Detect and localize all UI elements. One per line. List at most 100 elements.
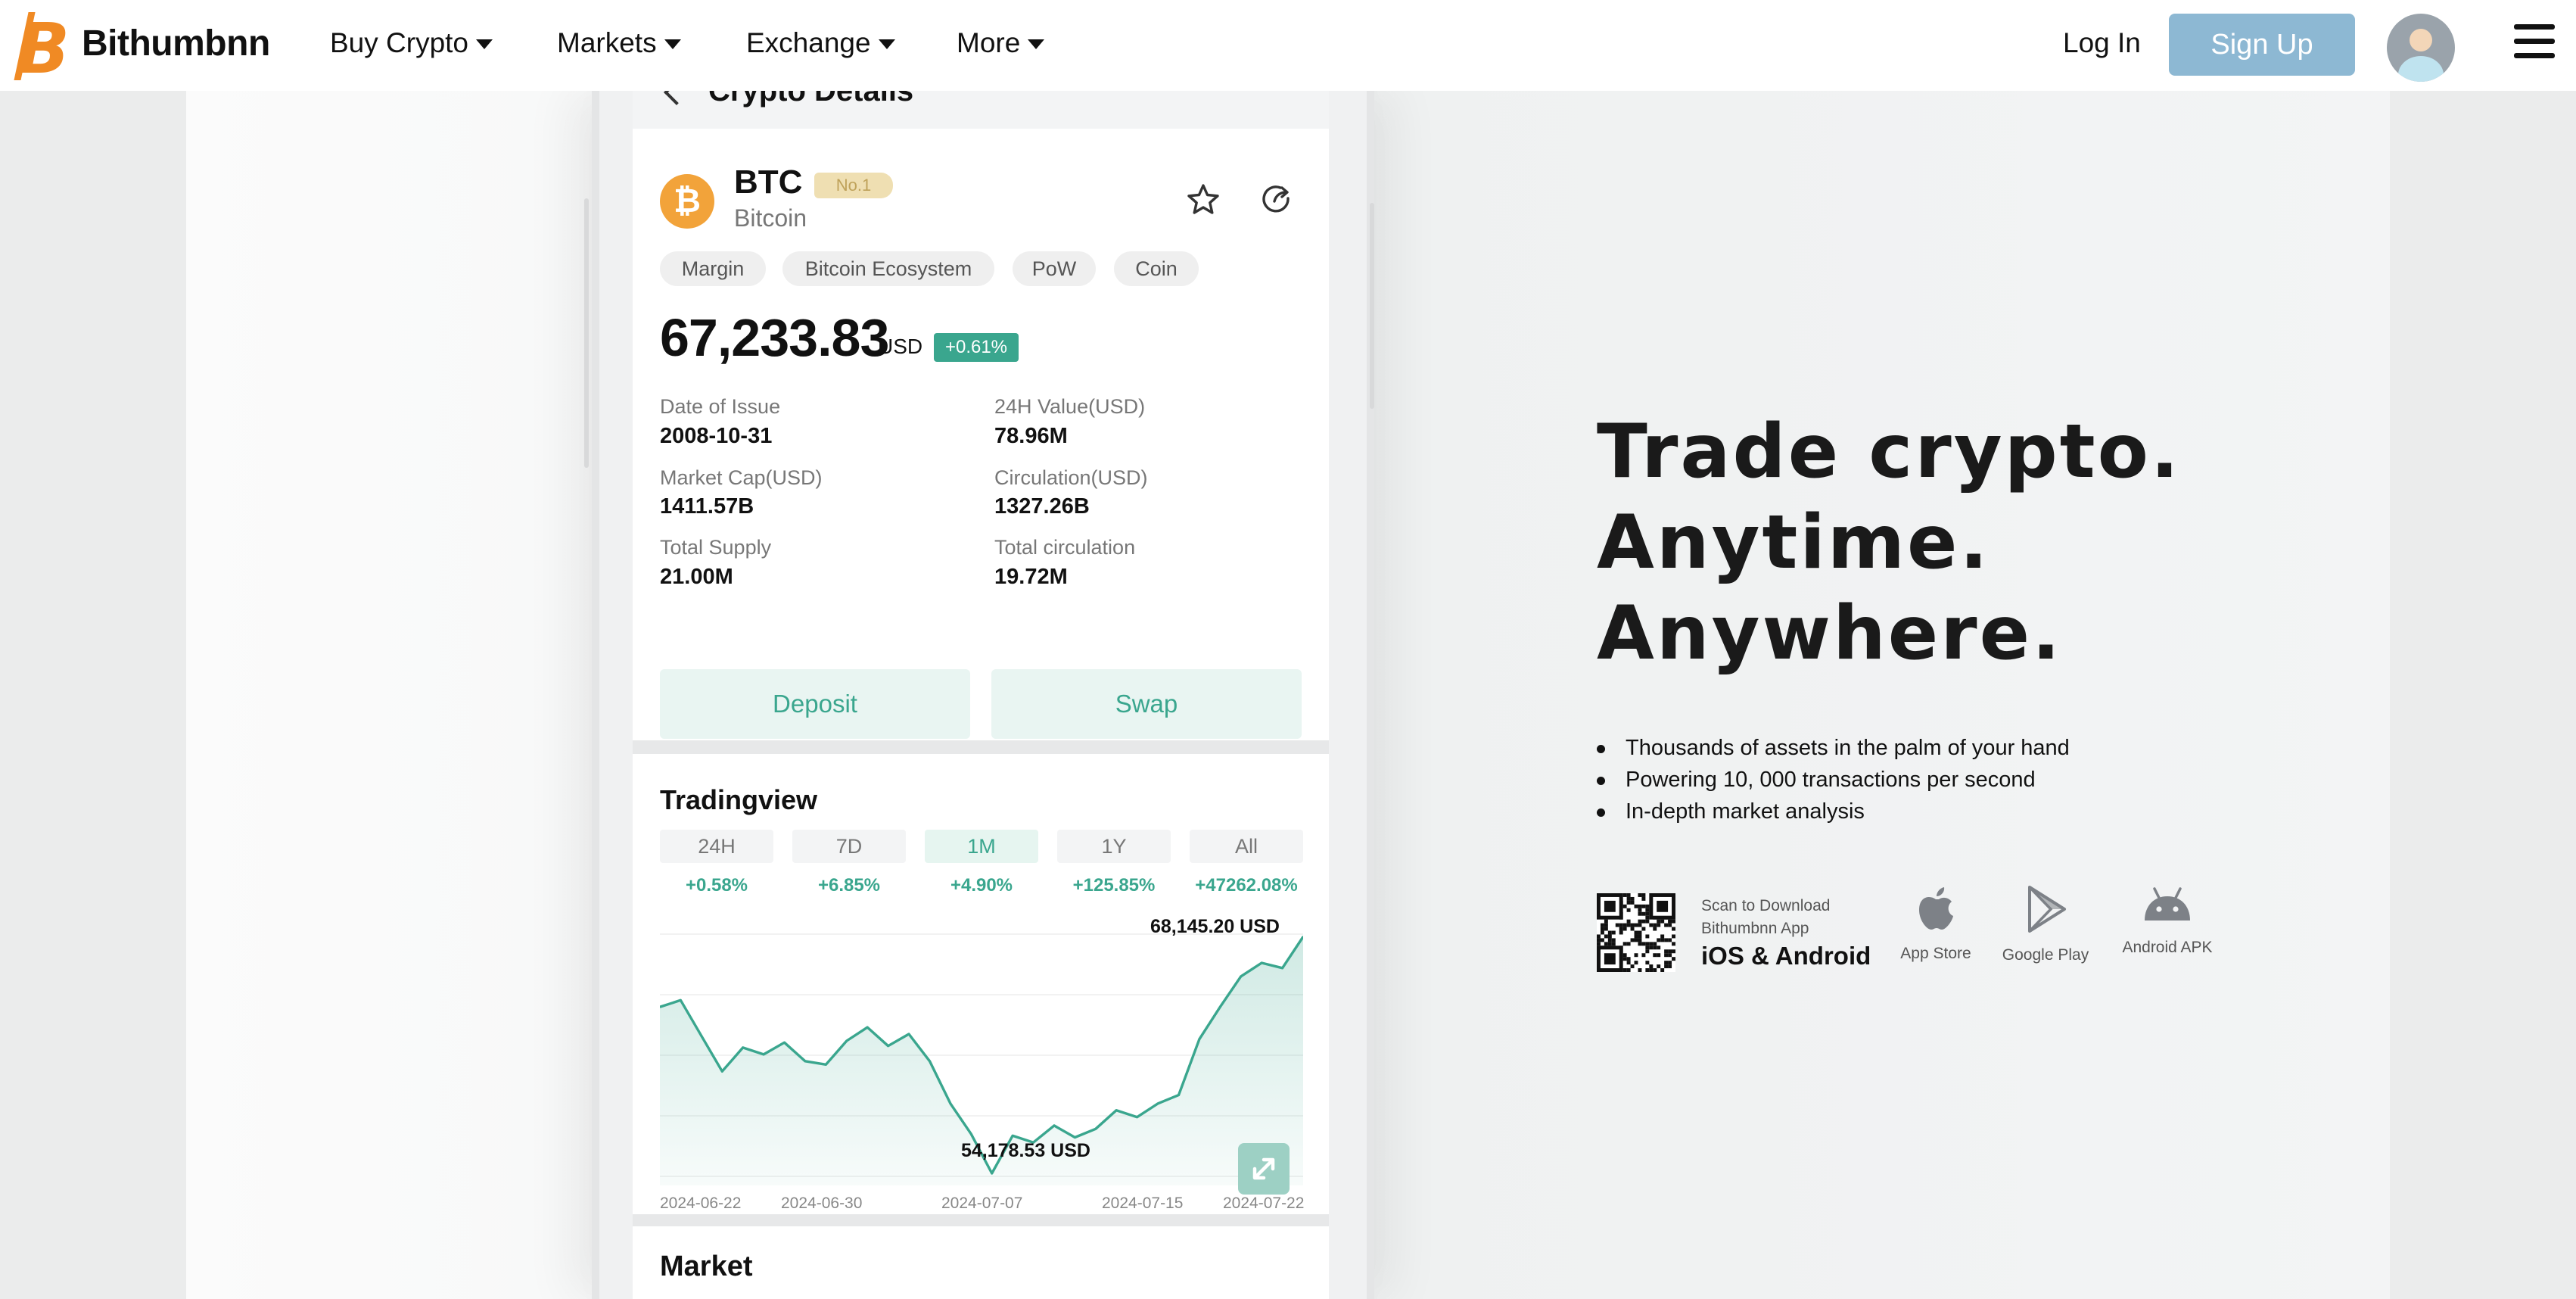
chart-high-label: 68,145.20 USD xyxy=(1150,916,1280,937)
chart-x-tick: 2024-06-30 xyxy=(781,1195,863,1212)
app-store-download[interactable]: App Store xyxy=(1892,886,1980,963)
feature-text: Thousands of assets in the palm of your … xyxy=(1626,736,2070,760)
chart-x-tick: 2024-07-15 xyxy=(1102,1195,1184,1212)
hero-headline-line: Trade crypto. xyxy=(1597,409,2182,495)
nav-buy-crypto[interactable]: Buy Crypto xyxy=(330,27,493,59)
feature-list: Thousands of assets in the palm of your … xyxy=(1597,736,2070,831)
stat-label: 24H Value(USD) xyxy=(994,395,1146,418)
stat-value: 19.72M xyxy=(994,565,1068,589)
chart-data-point xyxy=(1178,1094,1180,1096)
chart-data-point xyxy=(804,1060,807,1062)
chart-x-tick: 2024-07-07 xyxy=(941,1195,1023,1212)
coin-name: Bitcoin xyxy=(734,204,807,232)
chart-data-point xyxy=(1198,1038,1201,1040)
coin-symbol: BTC xyxy=(734,164,803,201)
store-label: Android APK xyxy=(2122,939,2213,956)
chart-x-tick: 2024-06-22 xyxy=(660,1195,742,1212)
chart-data-point xyxy=(970,1132,972,1135)
feature-text: In-depth market analysis xyxy=(1626,799,1865,824)
chart-data-point xyxy=(991,1172,993,1175)
price-change-badge: +0.61% xyxy=(934,333,1019,362)
swap-button[interactable]: Swap xyxy=(991,669,1302,739)
range-tab-1m[interactable]: 1M xyxy=(925,830,1038,863)
current-price: 67,233.83 xyxy=(660,308,889,367)
chart-data-point xyxy=(1053,1124,1056,1127)
nav-markets[interactable]: Markets xyxy=(557,27,681,59)
phone-side-button xyxy=(1370,203,1374,409)
chart-data-point xyxy=(845,1039,848,1042)
phone-screen: Crypto Details ₿ BTC No.1 Bitcoin Margin… xyxy=(633,91,1329,1299)
bullet-dot-icon xyxy=(1597,808,1605,817)
bullet-dot-icon xyxy=(1597,745,1605,753)
screen-header: Crypto Details xyxy=(633,91,1329,127)
hamburger-menu-icon[interactable] xyxy=(2514,24,2555,64)
range-tab-all[interactable]: All xyxy=(1190,830,1303,863)
caret-down-icon xyxy=(476,39,493,49)
screen-title: Crypto Details xyxy=(708,91,914,107)
right-margin xyxy=(2390,91,2576,1299)
tag-coin[interactable]: Coin xyxy=(1114,251,1199,286)
google-play-download[interactable]: Google Play xyxy=(1998,886,2093,964)
signup-button[interactable]: Sign Up xyxy=(2169,14,2355,76)
google-play-icon xyxy=(2028,886,2066,933)
range-change: +47262.08% xyxy=(1195,875,1298,896)
stat-label: Circulation(USD) xyxy=(994,466,1148,489)
scan-to-download-label: Scan to Download Bithumbnn App xyxy=(1701,897,1831,937)
range-change: +4.90% xyxy=(950,875,1013,896)
stat-value: 1411.57B xyxy=(660,494,754,519)
range-tab-24h[interactable]: 24H xyxy=(660,830,773,863)
chart-data-point xyxy=(783,1042,786,1044)
tag-bitcoin-ecosystem[interactable]: Bitcoin Ecosystem xyxy=(782,251,994,286)
back-arrow-icon[interactable] xyxy=(664,91,689,105)
rank-badge: No.1 xyxy=(814,173,893,198)
apple-icon xyxy=(1919,887,1953,930)
stat-value: 21.00M xyxy=(660,565,733,589)
chart-data-point xyxy=(1261,961,1263,964)
chart-data-point xyxy=(887,1045,889,1047)
chart-low-label: 54,178.53 USD xyxy=(961,1140,1090,1161)
nav-more[interactable]: More xyxy=(957,27,1045,59)
chart-data-point xyxy=(1281,967,1283,969)
store-label: App Store xyxy=(1900,945,1971,962)
range-change: +0.58% xyxy=(685,875,748,896)
stat-value: 2008-10-31 xyxy=(660,424,773,448)
tradingview-title: Tradingview xyxy=(660,784,818,815)
caret-down-icon xyxy=(1028,39,1045,49)
tag-margin[interactable]: Margin xyxy=(660,251,766,286)
chart-data-point xyxy=(949,1102,952,1104)
share-icon[interactable] xyxy=(1258,182,1294,218)
brand-name[interactable]: Bithumbnn xyxy=(82,23,270,64)
nav-exchange[interactable]: Exchange xyxy=(746,27,895,59)
feature-item: Thousands of assets in the palm of your … xyxy=(1597,736,2070,768)
market-section-title: Market xyxy=(660,1251,753,1282)
range-change: +6.85% xyxy=(817,875,881,896)
brand-logo-icon[interactable]: B xyxy=(14,11,70,82)
expand-chart-icon[interactable] xyxy=(1238,1143,1290,1195)
avatar[interactable] xyxy=(2387,14,2455,82)
range-change: +125.85% xyxy=(1072,875,1156,896)
caret-down-icon xyxy=(664,39,681,49)
range-tab-1y[interactable]: 1Y xyxy=(1057,830,1171,863)
tag-pow[interactable]: PoW xyxy=(1013,251,1096,286)
chart-data-point xyxy=(762,1053,765,1056)
caret-down-icon xyxy=(878,39,895,49)
range-tab-7d[interactable]: 7D xyxy=(792,830,906,863)
nav-markets-label: Markets xyxy=(557,27,657,58)
chart-data-point xyxy=(1156,1102,1159,1104)
left-margin xyxy=(0,91,186,1299)
android-apk-download[interactable]: Android APK xyxy=(2116,886,2219,957)
chart-x-tick: 2024-07-22 xyxy=(1223,1195,1305,1212)
download-qr-code xyxy=(1597,893,1675,972)
android-icon xyxy=(2145,887,2190,921)
chart-data-point xyxy=(1074,1136,1076,1139)
deposit-button[interactable]: Deposit xyxy=(660,669,970,739)
login-link[interactable]: Log In xyxy=(2063,27,2141,59)
nav-exchange-label: Exchange xyxy=(746,27,871,58)
chart-data-point xyxy=(1115,1109,1118,1111)
stat-label: Market Cap(USD) xyxy=(660,466,823,489)
feature-item: In-depth market analysis xyxy=(1597,799,2070,831)
store-label: Google Play xyxy=(2002,946,2089,964)
favorite-star-icon[interactable] xyxy=(1185,182,1221,218)
chart-data-point xyxy=(700,1035,702,1037)
chart-data-point xyxy=(1219,1006,1221,1008)
